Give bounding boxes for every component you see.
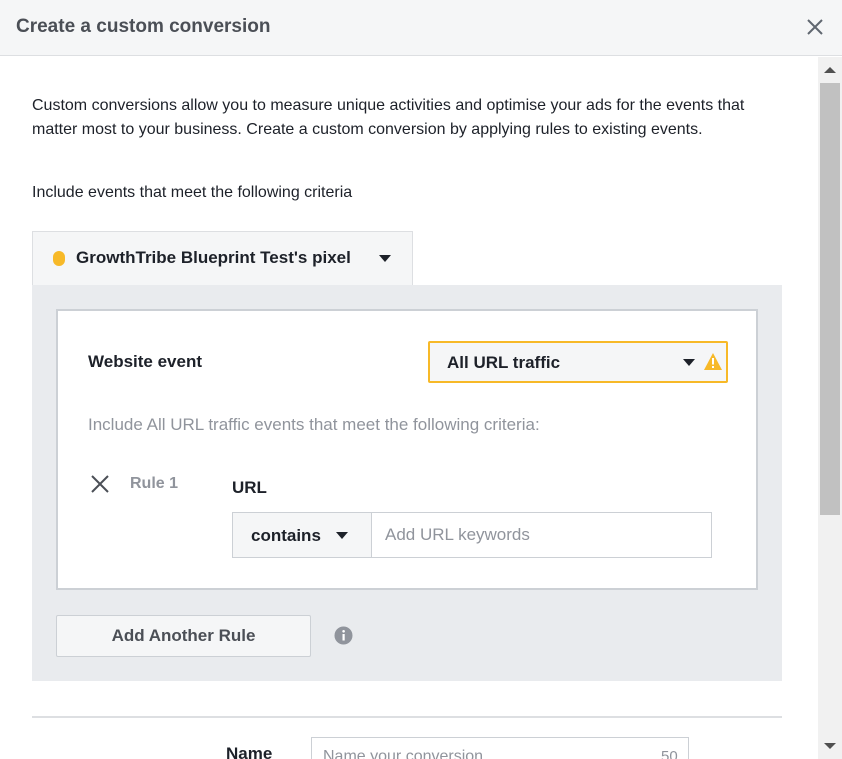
rule-label: Rule 1 [130,475,179,492]
section-divider [32,716,782,718]
chevron-down-icon [683,359,695,366]
pixel-status-dot [53,251,65,266]
intro-text: Custom conversions allow you to measure … [32,97,745,138]
scroll-up-arrow[interactable] [818,57,842,83]
website-event-label: Website event [88,352,203,371]
close-icon[interactable] [803,15,827,39]
rule-operator-value: contains [251,526,321,545]
include-criteria-text: Include All URL traffic events that meet… [88,415,540,434]
scroll-down-arrow[interactable] [818,733,842,759]
dialog-body: Custom conversions allow you to measure … [0,57,818,759]
dialog-title: Create a custom conversion [16,16,271,37]
rule-box: Website event All URL traffic Include Al… [56,309,758,590]
scrollbar[interactable] [818,57,842,759]
criteria-label: Include events that meet the following c… [32,184,353,201]
scroll-thumb[interactable] [820,83,840,515]
name-label: Name [226,744,273,759]
name-char-counter: 50 [661,748,678,759]
add-another-rule-button[interactable]: Add Another Rule [56,615,311,657]
warning-icon [703,352,723,371]
chevron-down-icon [379,255,391,262]
website-event-select[interactable]: All URL traffic [428,341,728,383]
remove-rule-icon[interactable] [90,474,110,494]
info-icon[interactable] [334,626,353,645]
url-keywords-input[interactable] [371,512,712,558]
arrow-up-icon [824,67,836,73]
rules-panel: Website event All URL traffic Include Al… [32,285,782,681]
rule-operator-select[interactable]: contains [232,512,371,558]
pixel-selector[interactable]: GrowthTribe Blueprint Test's pixel [32,231,413,285]
dialog-header: Create a custom conversion [0,0,842,56]
rule-field-label: URL [232,478,267,497]
conversion-name-input[interactable] [311,737,689,759]
arrow-down-icon [824,743,836,749]
chevron-down-icon [336,532,348,539]
website-event-value: All URL traffic [447,353,561,372]
pixel-name: GrowthTribe Blueprint Test's pixel [76,248,351,267]
